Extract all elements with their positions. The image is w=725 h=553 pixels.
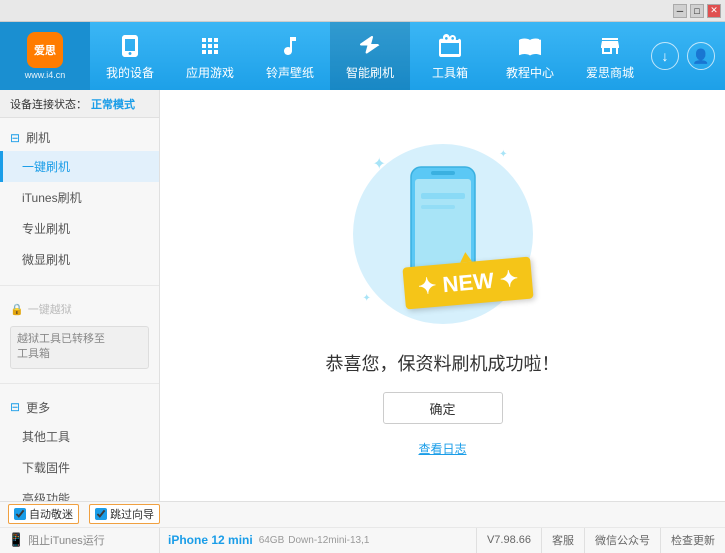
sidebar: 设备连接状态： 正常模式 ⊟ 刷机 一键刷机 iTunes刷机 专业刷机 微显刷…: [0, 90, 160, 501]
version-info: V7.98.66: [476, 528, 541, 553]
store-icon: [596, 32, 624, 60]
bottom-stats: V7.98.66 客服 微信公众号 检查更新: [476, 528, 725, 553]
apps-icon: [196, 32, 224, 60]
nav-item-apps-games[interactable]: 应用游戏: [170, 22, 250, 90]
toolbox-icon: [436, 32, 464, 60]
more-section-icon: ⊟: [10, 400, 20, 414]
phone-illustration: ✦ ✦ ✦ ✦ NEW ✦: [343, 134, 543, 334]
nav-bar: 我的设备 应用游戏 铃声壁纸 智能刷机 工具箱: [90, 22, 651, 90]
ringtone-icon: [276, 32, 304, 60]
service-button[interactable]: 客服: [541, 528, 584, 553]
skip-wizard-checkbox[interactable]: 跳过向导: [89, 504, 160, 524]
status-value: 正常模式: [91, 96, 135, 112]
itunes-icon: 📱: [8, 532, 24, 548]
device-storage: 64GB: [259, 535, 285, 546]
more-section-header[interactable]: ⊟ 更多: [0, 394, 159, 421]
skip-wizard-label: 跳过向导: [110, 506, 154, 522]
skip-wizard-input[interactable]: [95, 508, 107, 520]
success-message: 恭喜您，保资料刷机成功啦！: [326, 350, 560, 376]
jailbreak-label: 一键越狱: [28, 301, 72, 317]
jailbreak-section: 🔒 一键越狱 越狱工具已转移至工具箱: [0, 290, 159, 379]
sidebar-item-save-flash[interactable]: 微显刷机: [0, 244, 159, 275]
minimize-button[interactable]: ─: [673, 4, 687, 18]
bottom-top-row: 自动敬迷 跳过向导: [0, 502, 725, 528]
device-name: iPhone 12 mini: [168, 533, 253, 547]
header: 爱思 www.i4.cn 我的设备 应用游戏 铃声壁纸: [0, 22, 725, 90]
user-button[interactable]: 👤: [687, 42, 715, 70]
status-label: 设备连接状态：: [10, 96, 87, 112]
sidebar-item-download-firmware[interactable]: 下载固件: [0, 452, 159, 483]
device-firmware: Down-12mini-13,1: [288, 535, 369, 546]
nav-item-tutorial[interactable]: 教程中心: [490, 22, 570, 90]
nav-label-tutorial: 教程中心: [506, 64, 554, 81]
sparkle-2: ✦: [499, 149, 507, 160]
lock-icon: 🔒: [10, 303, 24, 316]
nav-label-toolbox: 工具箱: [432, 64, 468, 81]
sidebar-item-one-click-flash[interactable]: 一键刷机: [0, 151, 159, 182]
download-button[interactable]: ↓: [651, 42, 679, 70]
auto-connect-checkbox[interactable]: 自动敬迷: [8, 504, 79, 524]
device-status-bar: 设备连接状态： 正常模式: [0, 90, 159, 118]
sidebar-item-pro-flash[interactable]: 专业刷机: [0, 213, 159, 244]
title-bar: ─ □ ✕: [0, 0, 725, 22]
nav-item-toolbox[interactable]: 工具箱: [410, 22, 490, 90]
nav-item-store[interactable]: 爱思商城: [570, 22, 650, 90]
itunes-status[interactable]: 📱 阻止iTunes运行: [0, 528, 160, 553]
device-icon: [116, 32, 144, 60]
more-section-label: 更多: [26, 399, 50, 416]
header-right: ↓ 👤: [651, 42, 725, 70]
flash-section: ⊟ 刷机 一键刷机 iTunes刷机 专业刷机 微显刷机: [0, 118, 159, 281]
flash-section-label: 刷机: [26, 129, 50, 146]
nav-label-apps-games: 应用游戏: [186, 64, 234, 81]
bottom-bottom-row: 📱 阻止iTunes运行 iPhone 12 mini 64GB Down-12…: [0, 528, 725, 553]
nav-label-my-device: 我的设备: [106, 64, 154, 81]
jailbreak-note: 越狱工具已转移至工具箱: [10, 326, 149, 369]
jailbreak-header: 🔒 一键越狱: [0, 296, 159, 322]
logo[interactable]: 爱思 www.i4.cn: [0, 22, 90, 90]
divider-2: [0, 383, 159, 384]
sidebar-item-advanced[interactable]: 高级功能: [0, 483, 159, 501]
auto-connect-label: 自动敬迷: [29, 506, 73, 522]
content-area: ✦ ✦ ✦ ✦ NEW ✦: [160, 90, 725, 501]
divider-1: [0, 285, 159, 286]
daily-link[interactable]: 查看日志: [418, 440, 466, 457]
nav-item-my-device[interactable]: 我的设备: [90, 22, 170, 90]
auto-connect-input[interactable]: [14, 508, 26, 520]
flash-icon: [356, 32, 384, 60]
close-button[interactable]: ✕: [707, 4, 721, 18]
sparkle-1: ✦: [373, 154, 386, 174]
flash-section-icon: ⊟: [10, 131, 20, 145]
wechat-button[interactable]: 微信公众号: [584, 528, 660, 553]
confirm-button[interactable]: 确定: [383, 392, 503, 424]
bottom-bar: 自动敬迷 跳过向导 📱 阻止iTunes运行 iPhone 12 mini 64…: [0, 501, 725, 553]
nav-label-smart-flash: 智能刷机: [346, 64, 394, 81]
nav-label-store: 爱思商城: [586, 64, 634, 81]
nav-label-ringtone: 铃声壁纸: [266, 64, 314, 81]
sidebar-item-itunes-flash[interactable]: iTunes刷机: [0, 182, 159, 213]
success-area: ✦ ✦ ✦ ✦ NEW ✦: [326, 134, 560, 457]
more-section: ⊟ 更多 其他工具 下载固件 高级功能: [0, 388, 159, 501]
device-info: iPhone 12 mini 64GB Down-12mini-13,1: [160, 533, 476, 547]
nav-item-ringtone[interactable]: 铃声壁纸: [250, 22, 330, 90]
logo-icon: 爱思: [27, 32, 63, 68]
itunes-label: 阻止iTunes运行: [28, 532, 105, 548]
sidebar-item-other-tools[interactable]: 其他工具: [0, 421, 159, 452]
nav-item-smart-flash[interactable]: 智能刷机: [330, 22, 410, 90]
main-area: 设备连接状态： 正常模式 ⊟ 刷机 一键刷机 iTunes刷机 专业刷机 微显刷…: [0, 90, 725, 501]
sparkle-3: ✦: [363, 293, 371, 304]
update-button[interactable]: 检查更新: [660, 528, 725, 553]
logo-url: www.i4.cn: [25, 70, 66, 80]
flash-section-header[interactable]: ⊟ 刷机: [0, 124, 159, 151]
maximize-button[interactable]: □: [690, 4, 704, 18]
tutorial-icon: [516, 32, 544, 60]
